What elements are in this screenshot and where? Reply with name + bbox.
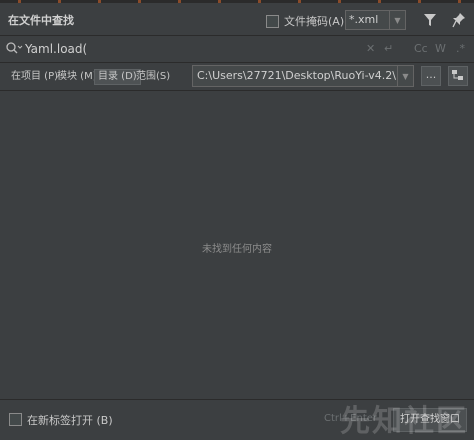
directory-input[interactable]: C:\Users\27721\Desktop\RuoYi-v4.2\Ru	[192, 65, 406, 87]
scope-scope-tab[interactable]: 范围(S)	[136, 70, 170, 84]
empty-results-message: 未找到任何内容	[202, 244, 272, 255]
dialog-header: 在文件中查找 文件掩码(A): *.xml ▼	[0, 3, 474, 34]
chevron-down-icon: ▼	[402, 71, 409, 81]
search-row: Yaml.load( ✕ ↵ Cc W .*	[0, 36, 474, 62]
open-in-new-tab-label: 在新标签打开 (B)	[27, 414, 113, 427]
results-panel: 未找到任何内容	[0, 91, 474, 398]
scope-directory-tab[interactable]: 目录 (D)	[94, 69, 141, 85]
scope-project-tab[interactable]: 在项目 (P)	[11, 70, 58, 84]
pin-icon[interactable]	[452, 12, 466, 28]
folder-tree-icon	[452, 70, 463, 80]
browse-button[interactable]: ...	[421, 66, 441, 86]
chevron-down-icon: ▼	[394, 15, 401, 25]
scope-module-tab[interactable]: 模块 (M)	[57, 70, 97, 84]
whole-word-toggle[interactable]: W	[435, 41, 446, 57]
file-mask-checkbox[interactable]	[266, 15, 279, 28]
dialog-title: 在文件中查找	[8, 14, 74, 27]
watermark-text: 先知社区	[340, 404, 468, 439]
recursive-toggle[interactable]	[448, 66, 468, 86]
regex-toggle[interactable]: .*	[456, 41, 465, 57]
file-mask-label: 文件掩码(A):	[284, 15, 348, 28]
filter-icon[interactable]	[423, 13, 437, 27]
search-icon[interactable]	[5, 41, 23, 55]
watermark: 先知社区	[300, 390, 474, 439]
open-in-new-tab-checkbox[interactable]	[9, 413, 22, 426]
clear-icon[interactable]: ✕	[366, 41, 375, 57]
file-mask-dropdown[interactable]: ▼	[389, 10, 406, 30]
divider	[0, 62, 474, 63]
directory-dropdown[interactable]: ▼	[397, 65, 414, 87]
match-case-toggle[interactable]: Cc	[414, 41, 428, 57]
search-input[interactable]: Yaml.load(	[25, 40, 345, 58]
newline-icon[interactable]: ↵	[384, 41, 393, 57]
